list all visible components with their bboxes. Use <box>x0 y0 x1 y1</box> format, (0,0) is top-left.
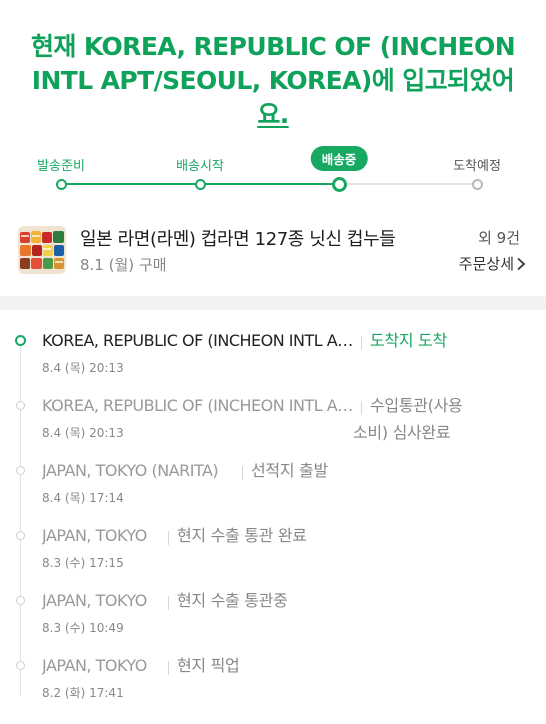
order-detail-link[interactable]: 주문상세 <box>459 253 526 274</box>
headline-text-end: 요. <box>257 100 289 129</box>
event-status: 선적지 출발 <box>251 461 328 480</box>
event-time: 8.2 (화) 17:41 <box>42 686 124 700</box>
progress-track-remaining <box>339 183 477 185</box>
timeline-dot <box>16 661 25 670</box>
event-separator <box>361 401 362 415</box>
timeline-dot <box>16 531 25 540</box>
event-status-continued: 소비) 심사완료 <box>353 423 451 442</box>
event-time: 8.4 (목) 17:14 <box>42 491 124 505</box>
event-status: 현지 수출 통관중 <box>177 591 288 610</box>
event-location: KOREA, REPUBLIC OF (INCHEON INTL APT/SEO… <box>42 331 354 350</box>
product-name[interactable]: 일본 라면(라멘) 컵라면 127종 닛신 컵누들 <box>80 225 452 251</box>
event-location: JAPAN, TOKYO (NARITA) <box>42 461 219 480</box>
event-separator <box>361 336 362 350</box>
purchase-date: 8.1 (월) 구매 <box>80 256 167 274</box>
timeline-line <box>20 340 21 696</box>
timeline-dot-active <box>15 335 26 346</box>
event-time: 8.4 (목) 20:13 <box>42 361 124 375</box>
event-status: 도착지 도착 <box>370 331 447 350</box>
timeline-dot <box>16 596 25 605</box>
step-dot-arrival-expected <box>471 178 483 190</box>
event-status: 현지 수출 통관 완료 <box>177 526 307 545</box>
step-dot-preparing <box>55 178 67 190</box>
event-location: JAPAN, TOKYO <box>42 591 147 610</box>
ramen-cups-image <box>18 226 66 274</box>
event-separator <box>168 661 169 675</box>
event-time: 8.3 (수) 17:15 <box>42 556 124 570</box>
step-label-shipping-started: 배송시작 <box>176 159 224 174</box>
timeline-dot <box>16 401 25 410</box>
delivery-progress-stepper: 발송준비 배송시작 배송중 도착예정 <box>0 140 546 200</box>
step-dot-shipping-started <box>194 178 206 190</box>
event-separator <box>168 531 169 545</box>
step-label-arrival-expected: 도착예정 <box>453 159 501 174</box>
event-location: JAPAN, TOKYO <box>42 656 147 675</box>
headline-text: 현재 KOREA, REPUBLIC OF (INCHEON INTL APT/… <box>30 32 516 95</box>
delivery-status-headline: 현재 KOREA, REPUBLIC OF (INCHEON INTL APT/… <box>18 30 528 132</box>
event-location: JAPAN, TOKYO <box>42 526 147 545</box>
order-detail-label: 주문상세 <box>458 255 514 273</box>
timeline-dot <box>16 466 25 475</box>
event-status: 수입통관(사용 <box>370 396 463 415</box>
event-time: 8.3 (수) 10:49 <box>42 621 124 635</box>
section-divider <box>0 296 546 310</box>
event-status: 현지 픽업 <box>177 656 240 675</box>
event-separator <box>242 466 243 480</box>
step-dot-in-transit <box>331 176 347 192</box>
order-product-summary: 일본 라면(라멘) 컵라면 127종 닛신 컵누들 8.1 (월) 구매 외 9… <box>0 218 546 282</box>
event-time: 8.4 (목) 20:13 <box>42 426 124 440</box>
product-thumbnail <box>18 226 66 274</box>
step-label-preparing: 발송준비 <box>37 159 85 174</box>
tracking-timeline: KOREA, REPUBLIC OF (INCHEON INTL APT/SEO… <box>0 310 546 724</box>
step-label-in-transit: 배송중 <box>310 146 368 171</box>
extra-items-count: 외 9건 <box>478 229 520 247</box>
chevron-right-icon <box>517 257 526 270</box>
event-separator <box>168 596 169 610</box>
event-location: KOREA, REPUBLIC OF (INCHEON INTL APT/SEO… <box>42 396 354 415</box>
